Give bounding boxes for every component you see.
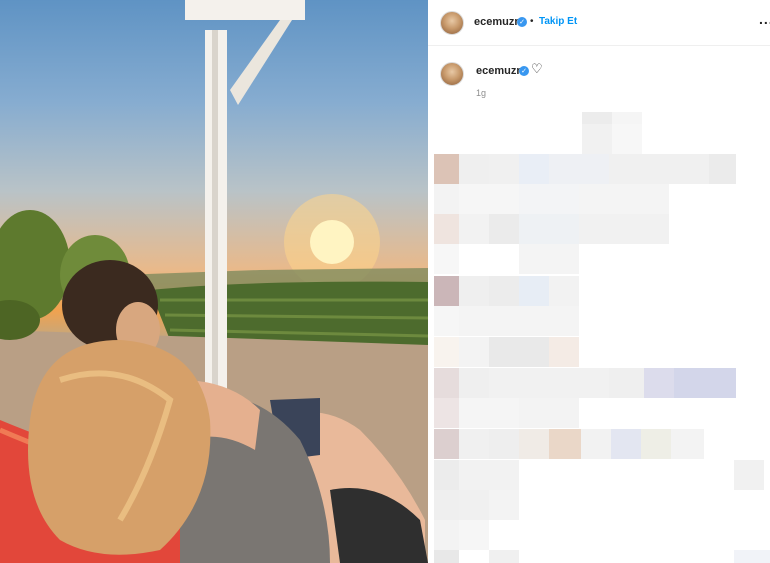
- post-header: ecemuzn ✓ • Takip Et ...: [428, 0, 770, 46]
- caption-verified-badge-icon: ✓: [519, 66, 529, 76]
- post-timestamp: 1g: [476, 88, 487, 98]
- post-photo: [0, 0, 428, 563]
- caption-avatar[interactable]: [440, 62, 464, 86]
- more-options-icon[interactable]: ...: [759, 11, 770, 27]
- avatar[interactable]: [440, 11, 464, 35]
- post-panel: ecemuzn ✓ • Takip Et ... ecemuzn ✓ ♡ 1g: [428, 0, 770, 563]
- caption-username[interactable]: ecemuzn: [476, 65, 523, 77]
- photo-scene: [0, 0, 428, 563]
- header-separator: •: [530, 16, 534, 27]
- heart-outline-icon[interactable]: ♡: [531, 62, 543, 77]
- header-username[interactable]: ecemuzn: [474, 16, 521, 28]
- follow-button[interactable]: Takip Et: [539, 16, 577, 27]
- verified-badge-icon: ✓: [517, 17, 527, 27]
